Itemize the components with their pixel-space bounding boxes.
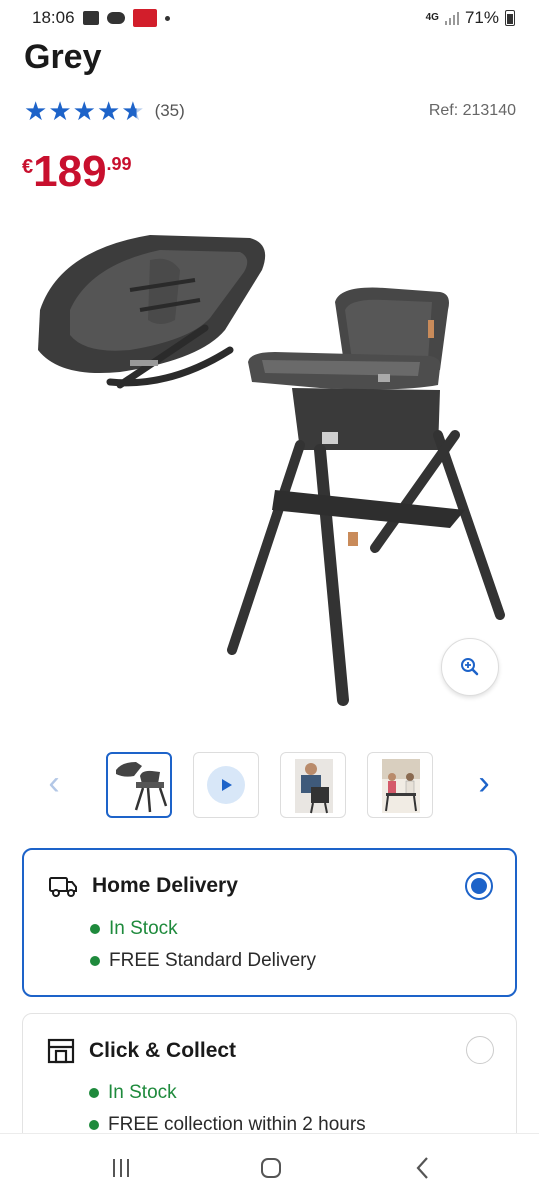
play-icon xyxy=(207,766,245,804)
star-icon: ★ xyxy=(24,96,48,126)
signal-icon xyxy=(444,11,459,25)
click-collect-radio[interactable] xyxy=(466,1036,494,1064)
bouncer-illustration xyxy=(38,235,266,389)
status-bar: 18:06 4G 71% xyxy=(0,0,539,36)
thumbnail-video[interactable] xyxy=(193,752,259,818)
back-icon xyxy=(416,1157,428,1179)
high-chair-illustration xyxy=(227,287,505,706)
price-currency: € xyxy=(22,156,34,178)
star-icon: ★ xyxy=(48,96,72,126)
more-notifications-icon xyxy=(164,15,170,21)
in-stock-dot-icon xyxy=(90,924,100,934)
bullet-dot-icon xyxy=(90,956,100,966)
thumbnail-image-4[interactable] xyxy=(367,752,433,818)
radio-selected-dot xyxy=(471,878,487,894)
delivery-note: FREE Standard Delivery xyxy=(109,950,316,971)
recent-apps-button[interactable] xyxy=(101,1152,141,1184)
cloud-notification-icon xyxy=(106,12,125,24)
click-collect-title: Click & Collect xyxy=(89,1039,237,1062)
product-title: Grey xyxy=(24,38,102,76)
back-button[interactable] xyxy=(403,1152,443,1184)
delivery-truck-icon xyxy=(49,877,77,897)
clock: 18:06 xyxy=(32,8,75,27)
stock-status: In Stock xyxy=(108,1082,177,1103)
product-image[interactable] xyxy=(0,210,539,710)
network-type: 4G xyxy=(425,12,439,23)
product-ref: Ref: 213140 xyxy=(428,102,516,119)
zoom-in-icon xyxy=(461,658,479,676)
price: € 189 .99 xyxy=(22,146,132,198)
lifestyle-photo-icon xyxy=(295,759,333,814)
click-collect-stock: In Stock xyxy=(89,1082,177,1104)
system-nav-bar xyxy=(0,1133,539,1200)
high-chair-thumbnail-icon xyxy=(116,762,168,813)
family-photo-icon xyxy=(382,759,420,813)
battery-percent: 71% xyxy=(464,8,499,27)
store-icon xyxy=(47,1038,75,1064)
home-icon xyxy=(261,1158,281,1178)
bullet-dot-icon xyxy=(89,1120,99,1130)
rating-row: ★ ★ ★ ★ ★ (35) Ref: 213140 xyxy=(24,98,516,124)
next-arrow-icon[interactable]: › xyxy=(472,766,496,800)
gallery-notification-icon xyxy=(82,11,99,25)
star-icon: ★ xyxy=(96,96,121,126)
thumbnail-image-1[interactable] xyxy=(106,752,172,818)
previous-arrow-icon[interactable]: ‹ xyxy=(42,766,66,800)
price-main: 189 xyxy=(33,147,107,196)
thumbnail-image-3[interactable] xyxy=(280,752,346,818)
star-rating[interactable]: ★ ★ ★ ★ ★ xyxy=(24,98,145,124)
half-star-icon: ★ xyxy=(121,96,145,126)
stock-status: In Stock xyxy=(109,918,178,939)
battery-icon xyxy=(505,10,515,26)
price-cents: .99 xyxy=(106,154,132,174)
home-delivery-title: Home Delivery xyxy=(92,874,238,897)
in-stock-dot-icon xyxy=(89,1088,99,1098)
home-delivery-radio[interactable] xyxy=(465,872,493,900)
star-icon: ★ xyxy=(72,96,96,126)
home-button[interactable] xyxy=(251,1152,291,1184)
home-delivery-stock: In Stock xyxy=(90,918,178,940)
zoom-button[interactable] xyxy=(441,638,499,696)
app-notification-icon xyxy=(132,9,157,27)
home-delivery-option[interactable]: Home Delivery In Stock FREE Standard Del… xyxy=(22,848,517,997)
thumbnail-carousel: ‹ › xyxy=(0,752,539,820)
home-delivery-note: FREE Standard Delivery xyxy=(90,950,316,972)
recent-apps-icon xyxy=(113,1159,129,1177)
review-count-link[interactable]: (35) xyxy=(155,101,185,121)
